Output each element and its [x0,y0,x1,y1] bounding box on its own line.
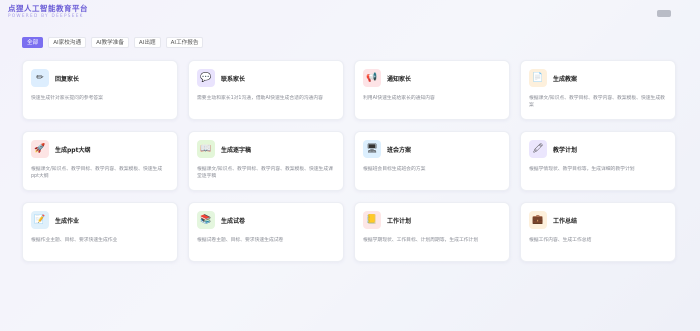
card-description: 根据工作内容、生成工作总结 [529,238,592,243]
card-header: ✏ 回复家长 [31,69,169,87]
tab-0[interactable]: 全部 [22,37,44,48]
tool-card[interactable]: ✏ 回复家长快速生成针对家长提问的参考答案 [22,60,178,120]
user-menu-button[interactable] [657,10,671,17]
card-description: 根据学期现状、工作目标、计划周期等，生成工作计划 [363,238,479,243]
card-title: 生成逐字稿 [221,146,252,154]
card-title: 生成试卷 [221,217,246,225]
document-icon: 📄 [529,69,547,87]
card-title: 教学计划 [553,146,578,154]
notice-icon: 📢 [363,69,381,87]
tool-card[interactable]: 📢 通知家长利用AI快速生成给家长的通知内容 [354,60,510,120]
brand-header: 点狸人工智能教育平台 POWERED BY DEEPSEEK [8,4,88,19]
notebook-icon: 📒 [363,211,381,229]
card-header: 💬 联系家长 [197,69,335,87]
chat-icon: 💬 [197,69,215,87]
card-title: 工作总结 [553,217,578,225]
pencil-icon: ✏ [31,69,49,87]
card-description: 根据班会目标生成班会的方案 [363,167,426,172]
books-icon: 📚 [197,211,215,229]
card-description: 根据试卷主题、目标、要求快速生成试卷 [197,238,284,243]
tab-1[interactable]: AI家校沟通 [48,37,87,48]
card-header: 📚 生成试卷 [197,211,335,229]
brand-title: 点狸人工智能教育平台 [8,4,88,13]
card-description: 根据课文/知识点、教学目标、教学内容、教案模板、快速生成教案 [529,96,665,108]
card-header: 🖥 班会方案 [363,140,501,158]
card-title: 联系家长 [221,75,246,83]
tool-card[interactable]: 📄 生成教案根据课文/知识点、教学目标、教学内容、教案模板、快速生成教案 [520,60,676,120]
tool-card[interactable]: 🚀 生成ppt大纲根据课文/知识点、教学目标、教学内容、教案模板、快速生成ppt大… [22,131,178,191]
card-header: 🖍 教学计划 [529,140,667,158]
card-title: 生成作业 [55,217,80,225]
tool-card[interactable]: 🖍 教学计划根据学情现状、教学目标等，生成详细的教学计划 [520,131,676,191]
briefcase-icon: 💼 [529,211,547,229]
card-description: 根据课文/知识点、教学目标、教学内容、教案模板、快速生成ppt大纲 [31,167,163,179]
tab-3[interactable]: AI出题 [133,37,161,48]
book-icon: 📖 [197,140,215,158]
card-title: 生成ppt大纲 [55,146,91,154]
card-description: 根据学情现状、教学目标等，生成详细的教学计划 [529,167,635,172]
card-header: 🚀 生成ppt大纲 [31,140,169,158]
card-title: 生成教案 [553,75,578,83]
card-header: 📖 生成逐字稿 [197,140,335,158]
tool-card[interactable]: 🖥 班会方案根据班会目标生成班会的方案 [354,131,510,191]
tool-card[interactable]: 📝 生成作业根据作业主题、目标、要求快速生成作业 [22,202,178,262]
tool-card[interactable]: 📚 生成试卷根据试卷主题、目标、要求快速生成试卷 [188,202,344,262]
tab-2[interactable]: AI教学准备 [91,37,129,48]
tool-card[interactable]: 💬 联系家长需要主动和家长1对1沟通，借助AI快速生成合适的沟通内容 [188,60,344,120]
card-header: 📝 生成作业 [31,211,169,229]
brand-subtitle: POWERED BY DEEPSEEK [8,13,84,18]
card-title: 通知家长 [387,75,412,83]
tool-card[interactable]: 📖 生成逐字稿根据课文/知识点、教学目标、教学内容、教案模板、快速生成课堂逐字稿 [188,131,344,191]
board-icon: 🖥 [363,140,381,158]
card-header: 📒 工作计划 [363,211,501,229]
tool-card[interactable]: 💼 工作总结根据工作内容、生成工作总结 [520,202,676,262]
card-title: 回复家长 [55,75,80,83]
card-title: 工作计划 [387,217,412,225]
tool-card[interactable]: 📒 工作计划根据学期现状、工作目标、计划周期等，生成工作计划 [354,202,510,262]
card-description: 需要主动和家长1对1沟通，借助AI快速生成合适的沟通内容 [197,96,323,101]
card-description: 利用AI快速生成给家长的通知内容 [363,96,435,101]
crayon-icon: 🖍 [529,140,547,158]
card-header: 💼 工作总结 [529,211,667,229]
tool-card-grid: ✏ 回复家长快速生成针对家长提问的参考答案 💬 联系家长需要主动和家长1对1沟通，借助… [22,60,676,262]
rocket-icon: 🚀 [31,140,49,158]
card-description: 根据作业主题、目标、要求快速生成作业 [31,238,118,243]
card-description: 根据课文/知识点、教学目标、教学内容、教案模板、快速生成课堂逐字稿 [197,167,333,179]
card-header: 📄 生成教案 [529,69,667,87]
tab-4[interactable]: AI工作报告 [165,37,204,48]
card-header: 📢 通知家长 [363,69,501,87]
card-description: 快速生成针对家长提问的参考答案 [31,96,103,101]
card-title: 班会方案 [387,146,412,154]
homework-icon: 📝 [31,211,49,229]
category-tabs: 全部 AI家校沟通 AI教学准备 AI出题 AI工作报告 [22,37,204,48]
